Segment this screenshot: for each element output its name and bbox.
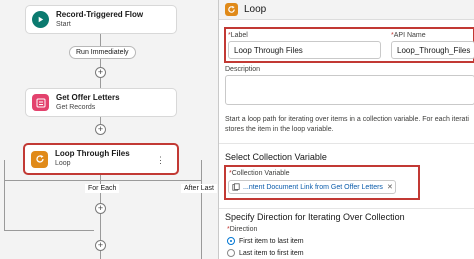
select-collection-title: Select Collection Variable bbox=[225, 152, 327, 162]
add-element-icon[interactable]: + bbox=[95, 124, 106, 135]
get-records-node[interactable]: Get Offer Letters Get Records bbox=[25, 88, 177, 117]
loop-icon bbox=[31, 150, 48, 168]
panel-title: Loop bbox=[244, 4, 267, 15]
divider bbox=[219, 143, 474, 144]
label-input[interactable]: Loop Through Files bbox=[228, 41, 381, 59]
start-node-title: Record-Triggered Flow bbox=[56, 9, 144, 19]
add-element-icon[interactable]: + bbox=[95, 203, 106, 214]
connector bbox=[4, 180, 201, 181]
direction-option-last[interactable]: Last item to first item bbox=[227, 249, 304, 257]
direction-label: *Direction bbox=[227, 226, 258, 233]
run-immediately-pill[interactable]: Run Immediately bbox=[69, 46, 136, 59]
get-records-title: Get Offer Letters bbox=[56, 92, 120, 102]
description-label: Description bbox=[225, 66, 261, 73]
loop-icon bbox=[225, 3, 238, 16]
connector bbox=[201, 160, 202, 259]
properties-panel: Loop *Label Loop Through Files *API Name… bbox=[218, 0, 474, 259]
label-field-label: *Label bbox=[228, 32, 248, 39]
flow-canvas[interactable]: Record-Triggered Flow Start Run Immediat… bbox=[0, 0, 218, 259]
add-element-icon[interactable]: + bbox=[95, 240, 106, 251]
start-node[interactable]: Record-Triggered Flow Start bbox=[25, 5, 177, 34]
collection-variable-label: *Collection Variable bbox=[229, 170, 290, 177]
radio-unchecked[interactable] bbox=[227, 249, 235, 257]
loop-node-subtitle: Loop bbox=[55, 160, 71, 167]
start-node-subtitle: Start bbox=[56, 20, 71, 28]
api-name-input[interactable]: Loop_Through_Files bbox=[391, 41, 474, 59]
option-label: Last item to first item bbox=[239, 249, 304, 257]
after-last-label: After Last bbox=[181, 184, 217, 193]
api-name-label: *API Name bbox=[391, 32, 426, 39]
divider bbox=[219, 208, 474, 209]
get-records-icon bbox=[32, 94, 49, 111]
loop-node-title: Loop Through Files bbox=[55, 149, 130, 158]
help-text: Start a loop path for iterating over ite… bbox=[225, 116, 469, 133]
description-textarea[interactable] bbox=[225, 75, 474, 105]
direction-option-first[interactable]: First item to last item bbox=[227, 237, 304, 245]
add-element-icon[interactable]: + bbox=[95, 67, 106, 78]
for-each-label: For Each bbox=[85, 184, 120, 193]
direction-title: Specify Direction for Iterating Over Col… bbox=[225, 212, 405, 222]
collection-variable-value: ...ntent Document Link from Get Offer Le… bbox=[243, 183, 383, 191]
get-records-subtitle: Get Records bbox=[56, 103, 96, 111]
option-label: First item to last item bbox=[239, 237, 304, 245]
more-options-icon[interactable]: ⋮ bbox=[156, 155, 165, 166]
connector bbox=[4, 230, 94, 231]
play-icon bbox=[32, 11, 49, 28]
collection-variable-pill[interactable]: ...ntent Document Link from Get Offer Le… bbox=[228, 180, 396, 194]
remove-icon[interactable]: ✕ bbox=[387, 183, 393, 191]
radio-checked[interactable] bbox=[227, 237, 235, 245]
loop-node[interactable]: Loop Through Files Loop ⋮ bbox=[23, 143, 179, 175]
connector bbox=[4, 160, 5, 230]
collection-icon bbox=[232, 183, 240, 191]
panel-header: Loop bbox=[219, 0, 474, 20]
